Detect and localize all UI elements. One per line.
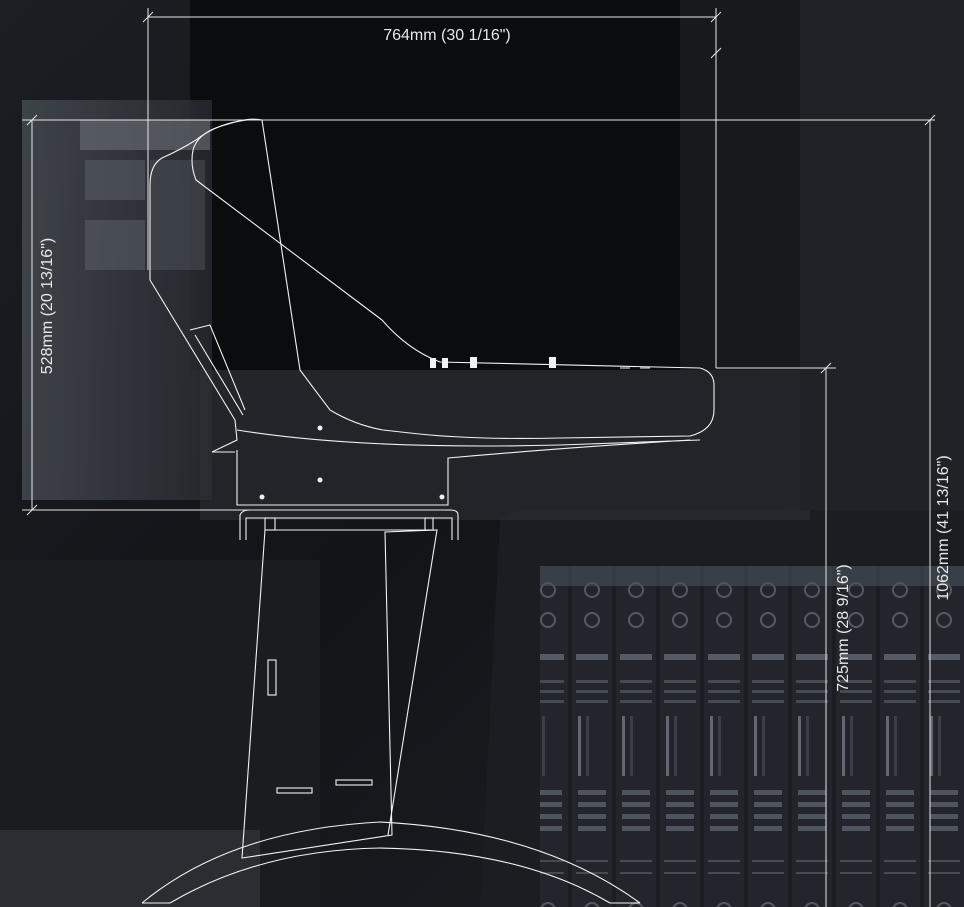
console-diagram: 764mm (30 1/16") 528mm (20 13/16") 725mm…	[0, 0, 964, 907]
control-knob	[470, 357, 477, 368]
mixer-channel-strips	[540, 566, 964, 907]
screw	[259, 494, 265, 500]
screw	[439, 494, 445, 500]
width-label: 764mm (30 1/16")	[383, 27, 511, 44]
upper-height-label: 528mm (20 13/16")	[39, 238, 56, 374]
screw	[317, 477, 323, 483]
screw	[317, 425, 323, 431]
control-knob	[549, 357, 556, 368]
control-knob	[442, 358, 448, 368]
total-height-label: 1062mm (41 13/16")	[935, 455, 952, 600]
dimension-drawing: 764mm (30 1/16") 528mm (20 13/16") 725mm…	[0, 0, 964, 907]
background-photo	[0, 0, 964, 907]
desk-height-label: 725mm (28 9/16")	[835, 564, 852, 692]
control-knob	[430, 358, 436, 368]
